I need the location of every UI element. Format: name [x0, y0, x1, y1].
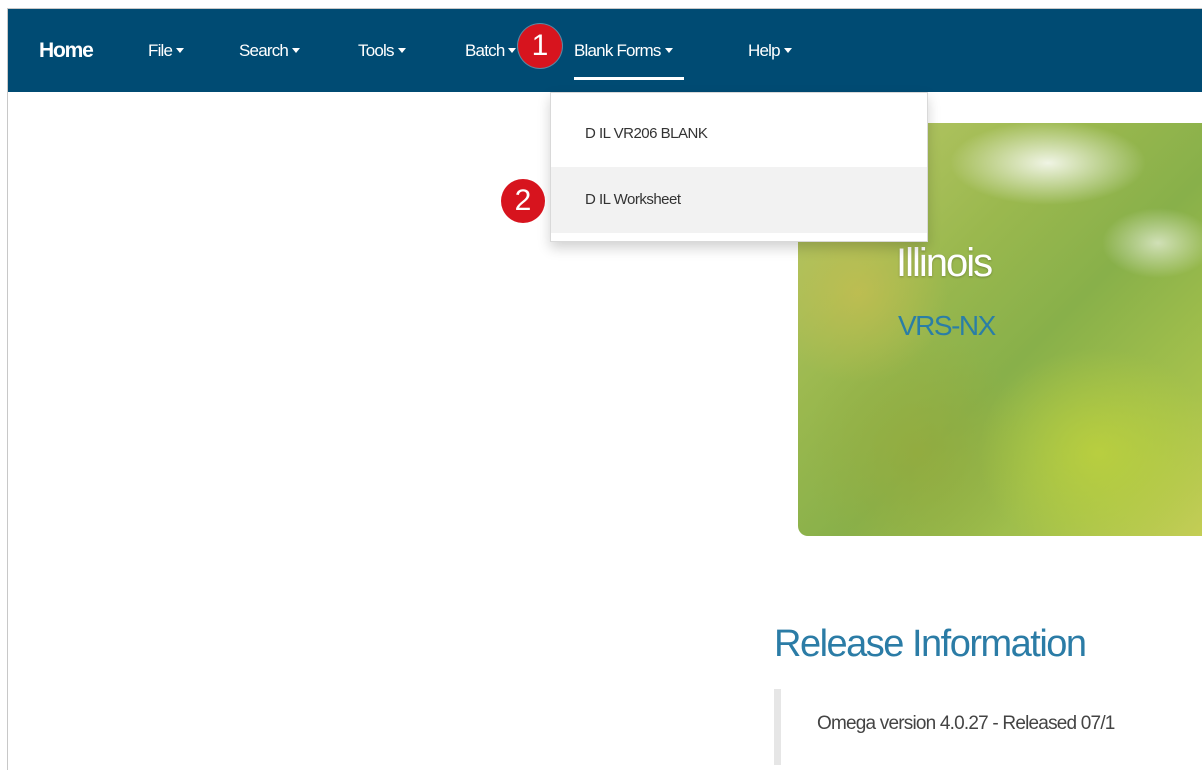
nav-search-menu[interactable]: Search: [239, 9, 301, 92]
caret-down-icon: [292, 48, 301, 54]
dropdown-item-worksheet[interactable]: D IL Worksheet: [551, 167, 927, 233]
nav-search-label: Search: [239, 41, 289, 60]
nav-tools-label: Tools: [358, 41, 394, 60]
nav-tools-menu[interactable]: Tools: [358, 9, 406, 92]
app-window: Home File Search Tools Batch Blank Forms…: [7, 8, 1202, 770]
active-menu-underline: [574, 77, 684, 80]
nav-help-menu[interactable]: Help: [748, 9, 792, 92]
nav-home[interactable]: Home: [39, 9, 94, 92]
caret-down-icon: [664, 48, 673, 54]
hero-subtitle: VRS-NX: [898, 310, 996, 341]
blank-forms-dropdown: D IL VR206 BLANK D IL Worksheet: [550, 92, 928, 242]
nav-batch-label: Batch: [465, 41, 505, 60]
step-badge-2: 2: [501, 179, 545, 223]
caret-down-icon: [397, 48, 406, 54]
caret-down-icon: [508, 48, 517, 54]
nav-batch-menu[interactable]: Batch: [465, 9, 517, 92]
nav-file-label: File: [148, 41, 173, 60]
top-navbar: Home File Search Tools Batch Blank Forms…: [8, 9, 1202, 92]
caret-down-icon: [783, 48, 792, 54]
release-information-heading: Release Information: [774, 623, 1087, 665]
caret-down-icon: [176, 48, 185, 54]
nav-home-label: Home: [39, 39, 94, 62]
nav-blank-forms-label: Blank Forms: [574, 41, 661, 60]
release-version-text: Omega version 4.0.27 - Released 07/1: [817, 713, 1115, 734]
dropdown-item-vr206-blank[interactable]: D IL VR206 BLANK: [551, 101, 927, 167]
step-badge-1: 1: [518, 24, 562, 68]
nav-file-menu[interactable]: File: [148, 9, 185, 92]
nav-help-label: Help: [748, 41, 781, 60]
hero-title: Illinois: [896, 241, 993, 285]
